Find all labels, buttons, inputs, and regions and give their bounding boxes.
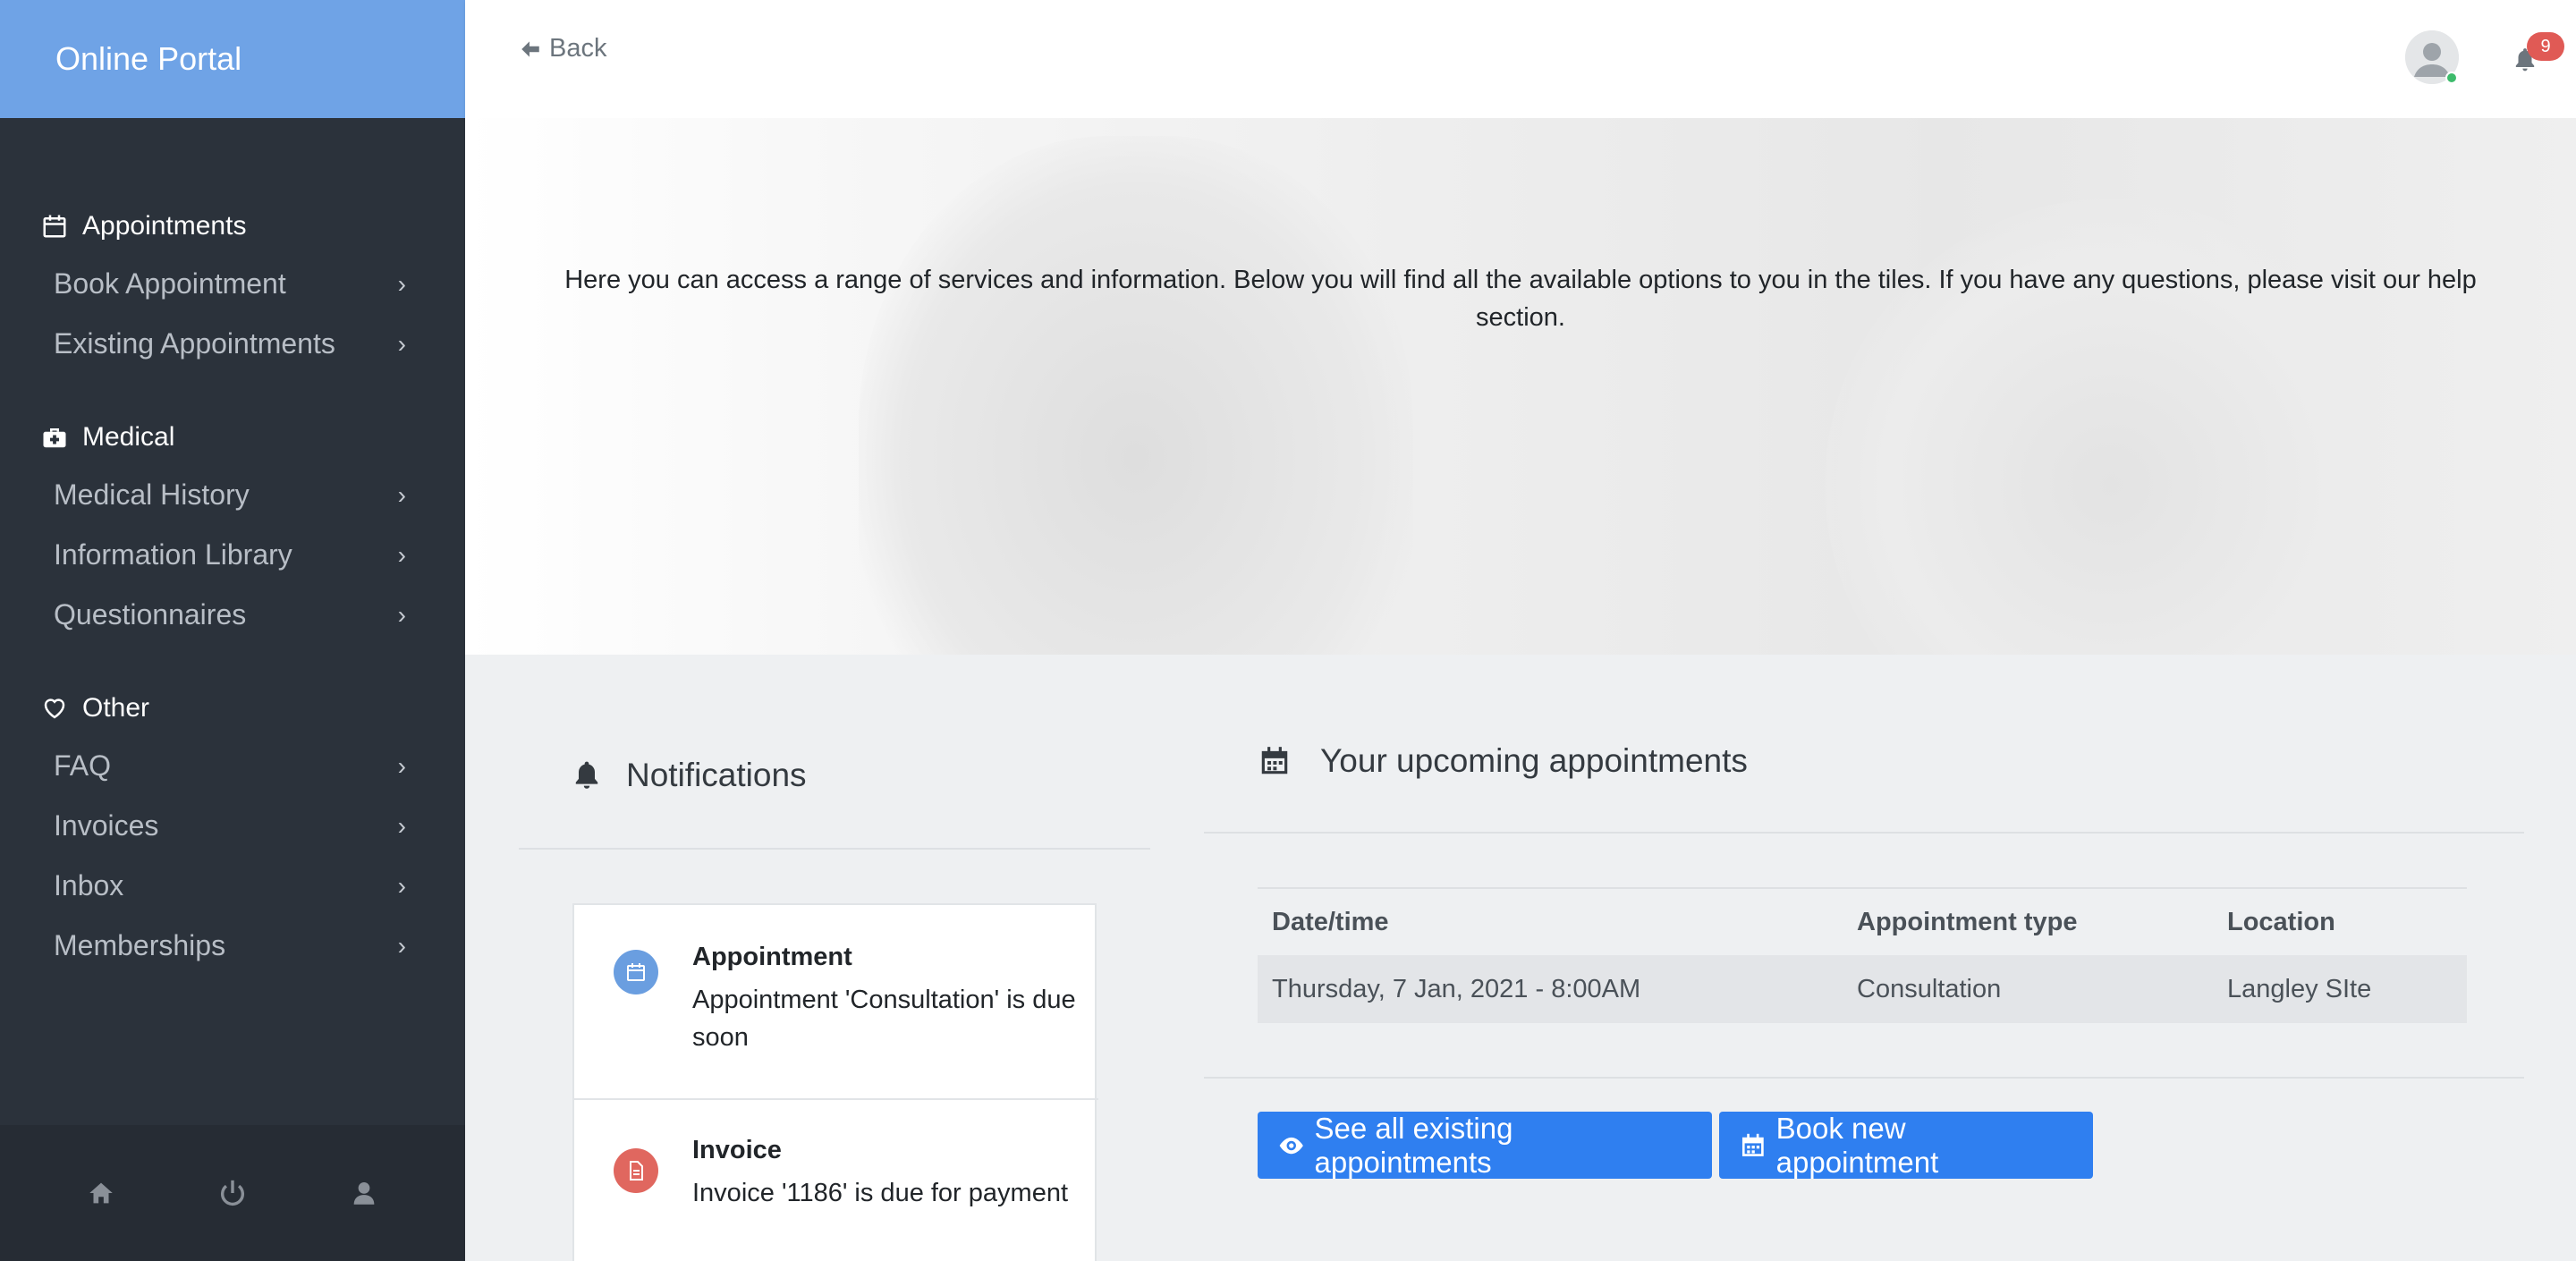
sidebar-item-existing-appointments[interactable]: Existing Appointments › bbox=[0, 314, 465, 374]
cell-location: Langley SIte bbox=[2227, 974, 2372, 1003]
sidebar: Online Portal Appointments Book Appointm… bbox=[0, 0, 465, 1261]
chevron-right-icon: › bbox=[397, 931, 406, 960]
power-icon[interactable] bbox=[217, 1178, 248, 1208]
sidebar-nav: Appointments Book Appointment › Existing … bbox=[0, 118, 465, 976]
appointments-table: Date/time Appointment type Location Thur… bbox=[1258, 887, 2467, 1023]
chevron-right-icon: › bbox=[397, 540, 406, 569]
medical-kit-icon bbox=[43, 428, 66, 448]
column-header-datetime: Date/time bbox=[1272, 907, 1389, 936]
sidebar-item-inbox[interactable]: Inbox › bbox=[0, 856, 465, 916]
notification-count-badge: 9 bbox=[2527, 32, 2564, 61]
sidebar-item-medical-history[interactable]: Medical History › bbox=[0, 465, 465, 525]
back-button[interactable]: Back bbox=[519, 34, 606, 63]
nav-group-medical: Medical Medical History › Information Lib… bbox=[0, 410, 465, 645]
calendar-icon bbox=[1741, 1133, 1764, 1156]
hero-image-doctor bbox=[859, 136, 1413, 655]
table-header: Date/time Appointment type Location bbox=[1258, 887, 2467, 955]
nav-heading-medical: Medical bbox=[0, 410, 465, 465]
brand-header[interactable]: Online Portal bbox=[0, 0, 465, 118]
divider bbox=[574, 1098, 1098, 1100]
divider bbox=[519, 848, 1150, 850]
cell-datetime: Thursday, 7 Jan, 2021 - 8:00AM bbox=[1272, 974, 1641, 1003]
notification-title: Appointment bbox=[692, 943, 852, 971]
hero-banner: Here you can access a range of services … bbox=[465, 118, 2576, 655]
chevron-right-icon: › bbox=[397, 480, 406, 509]
notification-item-invoice[interactable]: Invoice Invoice '1186' is due for paymen… bbox=[574, 1136, 1098, 1212]
notifications-list: Appointment Appointment 'Consultation' i… bbox=[572, 903, 1098, 1261]
sidebar-item-book-appointment[interactable]: Book Appointment › bbox=[0, 254, 465, 314]
home-icon[interactable] bbox=[86, 1178, 116, 1208]
chevron-right-icon: › bbox=[397, 269, 406, 298]
calendar-icon bbox=[1261, 747, 1288, 774]
chevron-right-icon: › bbox=[397, 329, 406, 358]
nav-group-appointments: Appointments Book Appointment › Existing … bbox=[0, 199, 465, 374]
divider bbox=[1204, 832, 2524, 834]
bell-icon bbox=[575, 761, 598, 789]
divider bbox=[1204, 1077, 2524, 1079]
top-bar: Back 9 bbox=[465, 0, 2576, 118]
sidebar-item-faq[interactable]: FAQ › bbox=[0, 736, 465, 796]
notifications-heading: Notifications bbox=[572, 757, 807, 794]
chevron-right-icon: › bbox=[397, 871, 406, 900]
sidebar-item-questionnaires[interactable]: Questionnaires › bbox=[0, 585, 465, 645]
sidebar-footer bbox=[0, 1125, 465, 1261]
chevron-right-icon: › bbox=[397, 600, 406, 629]
calendar-icon bbox=[43, 215, 66, 238]
cell-type: Consultation bbox=[1857, 974, 2002, 1003]
arrow-left-icon bbox=[521, 40, 539, 57]
heart-icon bbox=[44, 698, 65, 719]
notification-text: Invoice '1186' is due for payment bbox=[692, 1179, 1069, 1207]
notification-text: Appointment 'Consultation' is due soon bbox=[692, 986, 1076, 1052]
chevron-right-icon: › bbox=[397, 811, 406, 840]
user-icon[interactable] bbox=[349, 1178, 379, 1208]
nav-heading-appointments: Appointments bbox=[0, 199, 465, 254]
notification-item-appointment[interactable]: Appointment Appointment 'Consultation' i… bbox=[574, 943, 1098, 1056]
eye-icon bbox=[1279, 1137, 1303, 1154]
column-header-type: Appointment type bbox=[1857, 907, 2078, 936]
nav-group-other: Other FAQ › Invoices › Inbox › Memberships › bbox=[0, 681, 465, 976]
calendar-icon bbox=[614, 950, 658, 994]
column-header-location: Location bbox=[2227, 907, 2335, 936]
sidebar-item-memberships[interactable]: Memberships › bbox=[0, 916, 465, 976]
hero-welcome-text: Here you can access a range of services … bbox=[564, 266, 2477, 332]
nav-heading-other: Other bbox=[0, 681, 465, 736]
sidebar-item-invoices[interactable]: Invoices › bbox=[0, 796, 465, 856]
notification-title: Invoice bbox=[692, 1136, 782, 1164]
chevron-right-icon: › bbox=[397, 751, 406, 780]
book-new-appointment-button[interactable]: Book new appointment bbox=[1719, 1112, 2093, 1179]
table-row[interactable]: Thursday, 7 Jan, 2021 - 8:00AM Consultat… bbox=[1258, 955, 2467, 1023]
upcoming-appointments-heading: Your upcoming appointments bbox=[1258, 742, 1748, 780]
see-all-appointments-button[interactable]: See all existing appointments bbox=[1258, 1112, 1712, 1179]
sidebar-item-information-library[interactable]: Information Library › bbox=[0, 525, 465, 585]
document-icon bbox=[614, 1148, 658, 1193]
brand-name: Online Portal bbox=[55, 40, 242, 77]
online-status-dot bbox=[2445, 72, 2458, 84]
